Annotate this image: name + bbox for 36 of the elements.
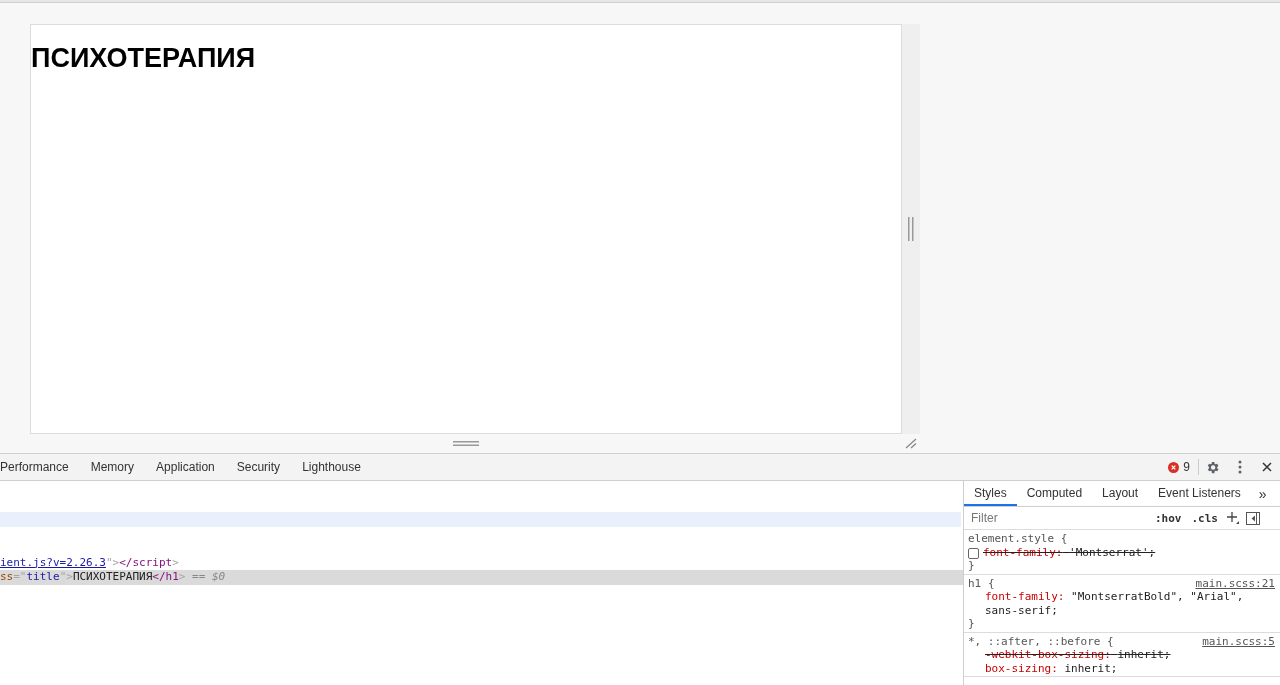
rule-selector: h1 { [968,576,995,590]
style-declaration: -webkit-box-sizing: inherit; [985,648,1171,662]
more-tabs-button[interactable]: » [1250,481,1275,506]
style-declaration: font-family: 'Montserrat'; [982,545,1156,559]
add-rule-icon[interactable] [1226,511,1240,525]
panel-tab[interactable]: Performance [0,454,80,480]
settings-icon [1205,459,1220,475]
resize-handle-icon[interactable] [908,217,914,241]
class-toggle[interactable]: .cls [1189,511,1220,525]
style-declaration: font-family: "MontserratBold", "Arial", sans-serif; [985,590,1245,617]
sidebar-tab[interactable]: Event Listeners [1148,481,1251,506]
resize-corner-icon[interactable] [905,437,917,449]
rule-brace: } [968,617,975,631]
dom-node-row[interactable]: ient.js?v=2.26.3"></script> [0,555,963,570]
panel-tab[interactable]: Application [145,454,226,480]
kebab-menu-icon [1237,460,1242,474]
error-icon [1168,461,1180,473]
sidebar-toggle-icon[interactable] [1246,511,1260,525]
sidebar-tab[interactable]: Styles [964,481,1017,506]
source-link[interactable]: main.scss:21 [1195,576,1275,590]
resize-handle-icon[interactable] [453,440,479,446]
rule-selector: element.style { [968,532,1068,546]
selected-dom-node[interactable]: ss="title">ПСИХОТЕРАПИЯ</h1> == $0 [0,570,963,585]
panel-tab[interactable]: Lighthouse [291,454,372,480]
panel-tab[interactable]: Security [225,454,292,480]
style-declaration: box-sizing: inherit; [985,661,1118,675]
page-heading: ПСИХОТЕРАПИЯ [31,43,256,74]
hover-state-toggle[interactable]: :hov [1153,511,1184,525]
sidebar-tab[interactable]: Layout [1092,481,1149,506]
panel-tab[interactable]: Memory [79,454,146,480]
close-icon [1261,462,1272,472]
source-link[interactable]: main.scss:5 [1202,634,1275,648]
rule-selector: *, ::after, ::before { [968,634,1114,648]
sidebar-tab[interactable]: Computed [1016,481,1093,506]
rule-brace: } [968,559,975,573]
error-counter[interactable]: 9 [1168,459,1199,475]
